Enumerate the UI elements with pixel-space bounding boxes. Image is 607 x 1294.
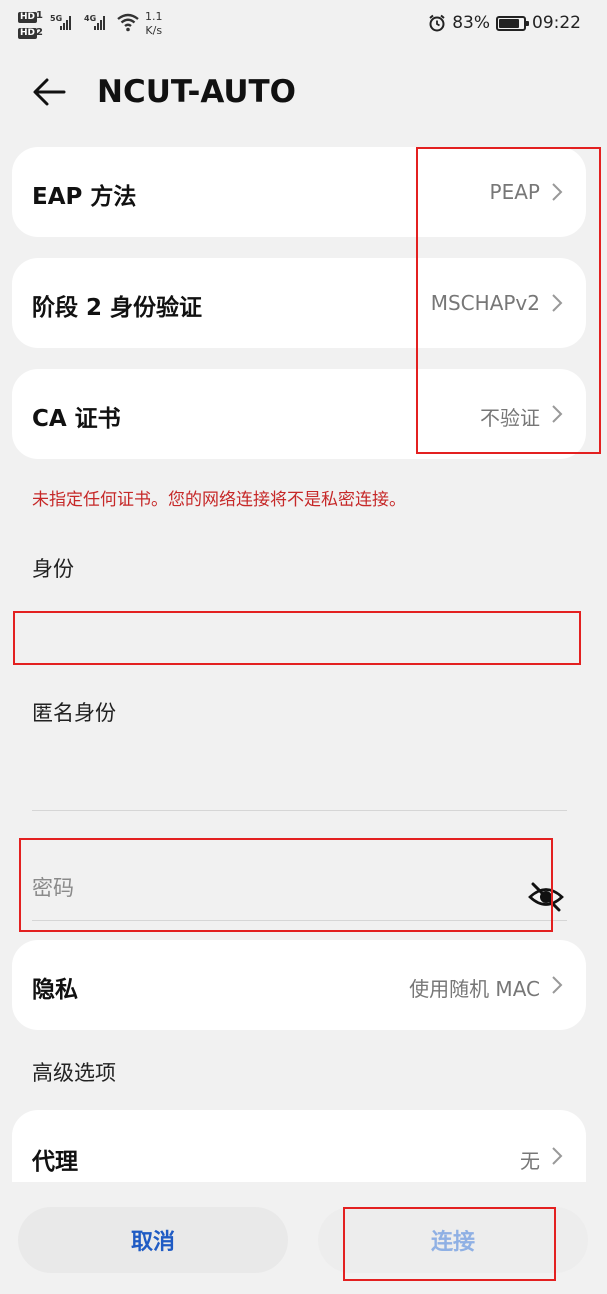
- network-speed: 1.1 K/s: [145, 10, 163, 38]
- chevron-right-icon: [552, 405, 563, 423]
- arrow-left-icon[interactable]: [30, 72, 70, 112]
- chevron-right-icon: [552, 1147, 563, 1165]
- chevron-right-icon: [552, 183, 563, 201]
- connect-button[interactable]: 连接: [318, 1207, 588, 1273]
- anonymous-identity-label: 匿名身份: [32, 701, 116, 725]
- proxy-value: 无: [520, 1149, 540, 1173]
- chevron-right-icon: [552, 294, 563, 312]
- ca-certificate-row[interactable]: CA 证书 不验证: [12, 369, 586, 459]
- privacy-row[interactable]: 隐私 使用随机 MAC: [12, 940, 586, 1030]
- battery-icon: [496, 15, 529, 31]
- anonymous-identity-input[interactable]: [32, 750, 567, 808]
- proxy-label: 代理: [32, 1149, 78, 1175]
- anonymous-identity-underline: [32, 810, 567, 811]
- proxy-row[interactable]: 代理 无: [12, 1110, 586, 1182]
- hd-badge-2-num: 2: [36, 27, 43, 38]
- speed-unit: K/s: [145, 24, 163, 37]
- ca-certificate-label: CA 证书: [32, 406, 121, 432]
- eap-method-value: PEAP: [489, 180, 540, 204]
- password-underline: [32, 920, 567, 921]
- signal-icon-1: [60, 14, 71, 30]
- chevron-right-icon: [552, 976, 563, 994]
- speed-value: 1.1: [145, 10, 163, 23]
- password-placeholder: 密码: [32, 876, 74, 900]
- page-title: NCUT-AUTO: [97, 74, 297, 110]
- phase2-auth-label: 阶段 2 身份验证: [32, 295, 203, 321]
- hd-badge-2: HD: [18, 28, 38, 39]
- advanced-options-label: 高级选项: [32, 1061, 116, 1085]
- hd-badge-1-num: 1: [36, 10, 43, 21]
- identity-input[interactable]: [32, 612, 567, 666]
- privacy-label: 隐私: [32, 977, 78, 1003]
- battery-percent: 83%: [452, 13, 490, 33]
- battery-fill: [499, 18, 519, 28]
- cancel-button[interactable]: 取消: [18, 1207, 288, 1273]
- hd-badge-1: HD: [18, 12, 38, 23]
- phase2-auth-value: MSCHAPv2: [430, 291, 540, 315]
- status-bar: HD 1 HD 2 5G 4G 1.1 K/s 83% 09:22: [0, 0, 607, 50]
- wifi-icon: [117, 13, 139, 32]
- eap-method-label: EAP 方法: [32, 184, 137, 210]
- eap-method-row[interactable]: EAP 方法 PEAP: [12, 147, 586, 237]
- phase2-auth-row[interactable]: 阶段 2 身份验证 MSCHAPv2: [12, 258, 586, 348]
- privacy-value: 使用随机 MAC: [409, 977, 540, 1001]
- eye-off-icon[interactable]: [527, 880, 565, 914]
- clock: 09:22: [532, 13, 581, 33]
- ca-certificate-value: 不验证: [480, 406, 540, 430]
- certificate-warning: 未指定任何证书。您的网络连接将不是私密连接。: [32, 490, 406, 510]
- identity-label: 身份: [32, 557, 74, 581]
- password-input[interactable]: [32, 850, 567, 920]
- status-right: 83% 09:22: [428, 13, 581, 33]
- alarm-icon: [429, 14, 445, 32]
- signal-icon-2: [94, 14, 105, 30]
